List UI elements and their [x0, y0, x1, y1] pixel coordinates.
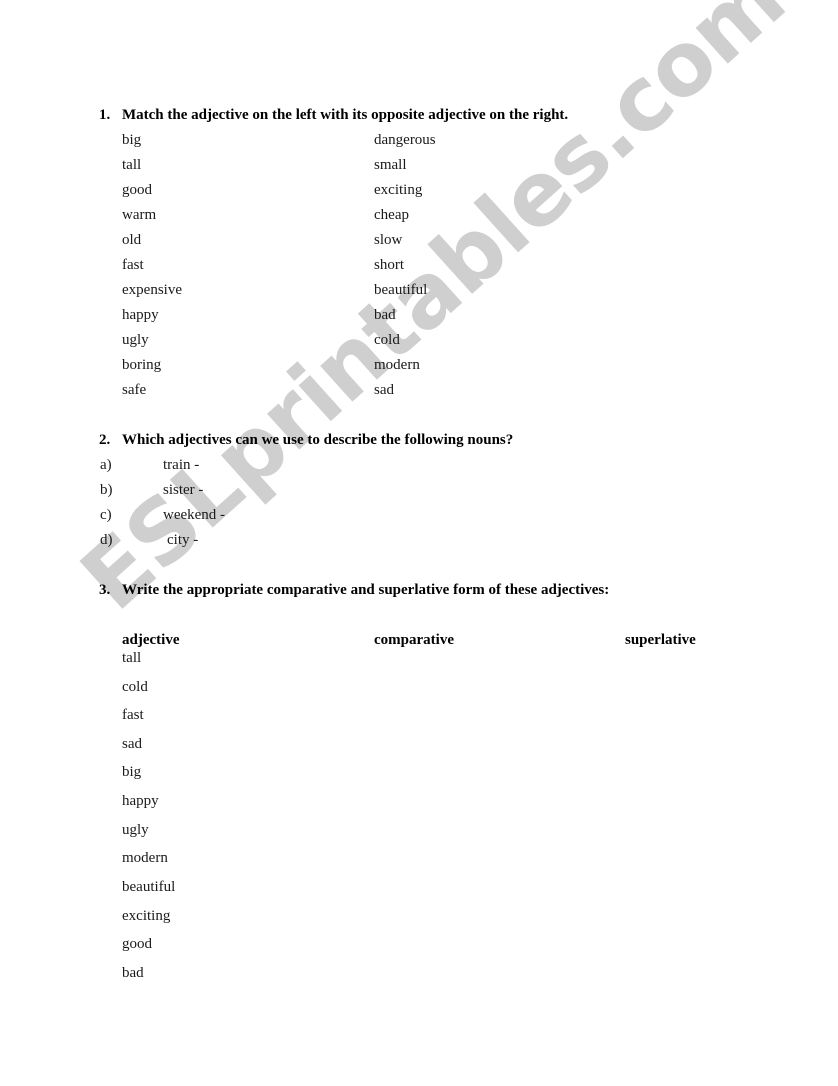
q1-right-word: modern — [374, 357, 420, 373]
q3-adjective: bad — [122, 965, 144, 981]
column-header-superlative: superlative — [625, 632, 696, 648]
q3-adjective: sad — [122, 736, 142, 752]
q2-item-letter: a) — [100, 457, 112, 473]
q2-item-text: train - — [163, 457, 200, 473]
q1-left-word: big — [122, 132, 142, 148]
question-2-title: Which adjectives can we use to describe … — [122, 432, 514, 448]
q2-item-text: sister - — [163, 482, 204, 498]
worksheet-page: ESLprintables.com 1. Match the adjective… — [0, 0, 838, 1086]
q1-right-word: cold — [374, 332, 400, 348]
q3-adjective: ugly — [122, 822, 149, 838]
q3-adjective: beautiful — [122, 879, 176, 895]
q1-left-word: fast — [122, 257, 144, 273]
q1-right-word: dangerous — [374, 132, 436, 148]
q1-right-word: bad — [374, 307, 396, 323]
question-2-number: 2. — [99, 432, 111, 448]
q3-adjective: exciting — [122, 908, 171, 924]
q3-adjective: modern — [122, 850, 168, 866]
q1-left-word: old — [122, 232, 142, 248]
q1-left-word: boring — [122, 357, 162, 373]
column-header-comparative: comparative — [374, 632, 454, 648]
q1-left-word: happy — [122, 307, 159, 323]
q1-right-word: sad — [374, 382, 394, 398]
q1-right-word: small — [374, 157, 407, 173]
column-header-adjective: adjective — [122, 632, 180, 648]
question-1-number: 1. — [99, 107, 111, 123]
q1-right-word: exciting — [374, 182, 423, 198]
q2-item-text: weekend - — [163, 507, 226, 523]
q1-left-word: warm — [122, 207, 157, 223]
q3-adjective: happy — [122, 793, 159, 809]
q2-item-text: city - — [167, 532, 199, 548]
q2-item-letter: b) — [100, 482, 113, 498]
q1-right-word: beautiful — [374, 282, 428, 298]
q2-item-letter: d) — [100, 532, 113, 548]
q3-adjective: big — [122, 764, 142, 780]
worksheet-content: 1. Match the adjective on the left with … — [0, 0, 838, 1086]
q1-left-word: tall — [122, 157, 142, 173]
question-3-number: 3. — [99, 582, 111, 598]
q2-item-letter: c) — [100, 507, 112, 523]
q1-right-word: short — [374, 257, 404, 273]
q1-right-word: cheap — [374, 207, 409, 223]
q1-left-word: ugly — [122, 332, 149, 348]
q1-left-word: safe — [122, 382, 147, 398]
q3-adjective: good — [122, 936, 152, 952]
q1-right-word: slow — [374, 232, 403, 248]
q3-adjective: fast — [122, 707, 144, 723]
q3-adjective: cold — [122, 679, 148, 695]
q1-left-word: good — [122, 182, 152, 198]
question-3-title: Write the appropriate comparative and su… — [122, 582, 610, 598]
question-1-title: Match the adjective on the left with its… — [122, 107, 569, 123]
q1-left-word: expensive — [122, 282, 182, 298]
q3-adjective: tall — [122, 650, 142, 666]
